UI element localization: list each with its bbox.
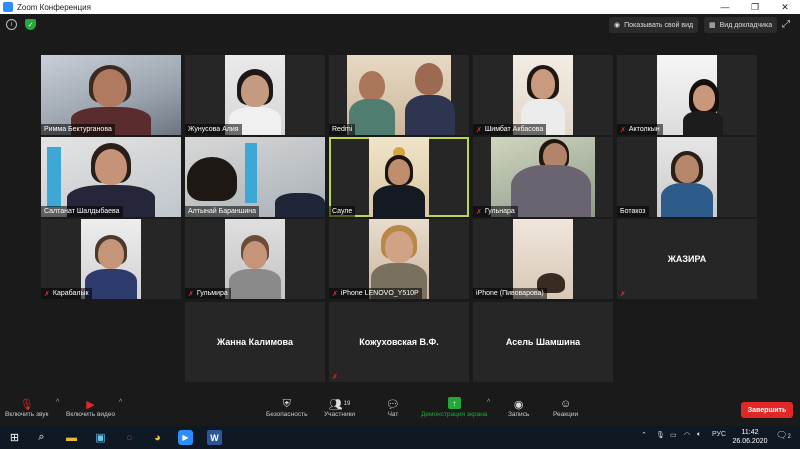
- participants-button[interactable]: 👥︎ 19 Участники: [324, 397, 355, 419]
- participant-name: Redmi: [329, 124, 356, 135]
- search-icon[interactable]: ⌕: [34, 430, 49, 445]
- close-button[interactable]: ✕: [770, 0, 800, 14]
- mic-muted-icon: ✗: [188, 290, 194, 298]
- name-only-tile[interactable]: Кожуховская В.Ф. ✗: [329, 302, 469, 382]
- participant-name: Ботакоз: [617, 206, 649, 217]
- video-tile[interactable]: ✗ Гульнара: [473, 137, 613, 217]
- window-title: Zoom Конференция: [17, 2, 91, 12]
- shield-icon: ⛨: [282, 397, 291, 410]
- end-meeting-button[interactable]: Завершить: [741, 402, 793, 418]
- video-tile[interactable]: Римма Бектурганова: [41, 55, 181, 135]
- participant-name-center: Асель Шамшина: [505, 337, 581, 347]
- participants-icon: 👥︎ 19: [328, 398, 351, 411]
- opera-icon[interactable]: ○: [122, 430, 137, 445]
- mic-muted-icon: ✗: [332, 290, 338, 298]
- participant-name: ✗ iPhone LENOVO_Y510P: [329, 288, 422, 299]
- participant-name: ✗ Актолкын: [617, 124, 663, 135]
- name-only-tile[interactable]: ЖАЗИРА ✗: [617, 219, 757, 299]
- zoom-app-icon: [3, 2, 13, 12]
- video-tile-active-speaker[interactable]: Сауле: [329, 137, 469, 217]
- video-tile[interactable]: Жунусова Алия: [185, 55, 325, 135]
- video-off-icon: ▶︎: [86, 398, 95, 411]
- video-tile[interactable]: Салтанат Шалдыбаева: [41, 137, 181, 217]
- security-button[interactable]: ⛨ Безопасность: [266, 397, 307, 419]
- unmute-button[interactable]: 🎙︎ Включить звук: [5, 397, 48, 419]
- video-tile[interactable]: ✗ Шимбат Акбасова: [473, 55, 613, 135]
- mic-tray-icon[interactable]: 🎙︎: [656, 431, 665, 439]
- participant-name-center: Жанна Калимова: [217, 337, 293, 347]
- participant-name: Жунусова Алия: [185, 124, 242, 135]
- participant-name: ✗ Шимбат Акбасова: [473, 124, 547, 135]
- mic-muted-icon: ✗: [620, 126, 626, 134]
- meeting-controls: 🎙︎ Включить звук ^ ▶︎ Включить видео ^ ⛨…: [0, 393, 800, 426]
- smiley-icon: ☺︎: [559, 398, 572, 410]
- store-icon[interactable]: ▣: [93, 430, 108, 445]
- info-icon[interactable]: i: [6, 19, 17, 30]
- minimize-button[interactable]: —: [710, 0, 740, 14]
- language-indicator[interactable]: РУС: [712, 431, 726, 438]
- mic-muted-icon: ✗: [620, 290, 626, 298]
- self-view-button[interactable]: ◉ Показывать свой вид: [609, 17, 699, 33]
- maximize-button[interactable]: ❐: [740, 0, 770, 14]
- volume-icon[interactable]: 🔈︎: [697, 431, 701, 439]
- zoom-taskbar-icon[interactable]: ▶︎: [178, 430, 193, 445]
- participant-name: Алтынай Бараншина: [185, 206, 260, 217]
- share-screen-button[interactable]: ↑ Демонстрация экрана: [421, 397, 487, 418]
- mic-off-icon: 🎙︎: [19, 398, 34, 411]
- eye-icon: ◉: [614, 22, 621, 29]
- video-tile[interactable]: ✗ Карабалык: [41, 219, 181, 299]
- wifi-icon[interactable]: ◠: [684, 431, 690, 439]
- video-tile[interactable]: ✗ iPhone LENOVO_Y510P: [329, 219, 469, 299]
- mic-muted-icon: ✗: [476, 126, 482, 134]
- windows-taskbar: ⊞ ⌕ ▬ ▣ ○ ◕ ▶︎ W ⌃ 🎙︎ ▭ ◠ 🔈︎ РУС 11:42 2…: [0, 426, 800, 449]
- share-arrow-icon: ↑: [447, 397, 461, 409]
- video-tile[interactable]: ✗ Актолкын: [617, 55, 757, 135]
- video-tile[interactable]: Алтынай Бараншина: [185, 137, 325, 217]
- chat-button[interactable]: 💬︎ Чат: [386, 397, 400, 419]
- audio-options-caret[interactable]: ^: [56, 399, 59, 406]
- video-tile[interactable]: Redmi: [329, 55, 469, 135]
- share-options-caret[interactable]: ^: [487, 399, 490, 406]
- reactions-button[interactable]: ☺︎ Реакции: [553, 397, 578, 418]
- start-video-button[interactable]: ▶︎ Включить видео: [66, 397, 115, 419]
- participant-status: ✗: [329, 371, 341, 382]
- chat-icon: 💬︎: [386, 398, 400, 411]
- file-explorer-icon[interactable]: ▬: [64, 430, 79, 445]
- video-tile[interactable]: iPhone (Пивоварова): [473, 219, 613, 299]
- taskbar-clock[interactable]: 11:42 26.06.2020: [730, 428, 770, 446]
- record-button[interactable]: ◉ Запись: [508, 397, 529, 419]
- participant-name: Сауле: [329, 206, 356, 217]
- grid-icon: ▦: [709, 22, 716, 29]
- meeting-top-bar: i ✓ ◉ Показывать свой вид ▦ Вид докладчи…: [0, 14, 800, 36]
- chrome-icon[interactable]: ◕: [150, 430, 165, 445]
- title-bar: Zoom Конференция — ❐ ✕: [0, 0, 800, 14]
- participant-name: Римма Бектурганова: [41, 124, 115, 135]
- zoom-window: Zoom Конференция — ❐ ✕ i ✓ ◉ Показывать …: [0, 0, 800, 449]
- name-only-tile[interactable]: Асель Шамшина: [473, 302, 613, 382]
- tray-chevron-icon[interactable]: ⌃: [641, 431, 647, 439]
- encryption-shield-icon[interactable]: ✓: [25, 19, 36, 30]
- notifications-icon[interactable]: 🗨︎2: [776, 430, 791, 441]
- participant-name-center: ЖАЗИРА: [667, 254, 707, 264]
- participant-name: iPhone (Пивоварова): [473, 288, 547, 299]
- participant-status: ✗: [617, 288, 629, 299]
- participant-name: ✗ Гульнара: [473, 206, 518, 217]
- video-options-caret[interactable]: ^: [119, 399, 122, 406]
- windows-start-icon[interactable]: ⊞: [7, 430, 22, 445]
- record-icon: ◉: [513, 398, 524, 411]
- mic-muted-icon: ✗: [332, 373, 338, 381]
- fullscreen-icon[interactable]: ⤢: [782, 19, 790, 30]
- participant-name: ✗ Карабалык: [41, 288, 92, 299]
- speaker-view-button[interactable]: ▦ Вид докладчика: [704, 17, 778, 33]
- name-only-tile[interactable]: Жанна Калимова: [185, 302, 325, 382]
- network-icon[interactable]: ▭: [670, 431, 677, 439]
- mic-muted-icon: ✗: [44, 290, 50, 298]
- participant-name: ✗ Гульмира: [185, 288, 231, 299]
- participant-name: Салтанат Шалдыбаева: [41, 206, 123, 217]
- video-tile[interactable]: Ботакоз: [617, 137, 757, 217]
- mic-muted-icon: ✗: [476, 208, 482, 216]
- participant-name-center: Кожуховская В.Ф.: [359, 337, 439, 347]
- video-tile[interactable]: ✗ Гульмира: [185, 219, 325, 299]
- word-icon[interactable]: W: [207, 430, 222, 445]
